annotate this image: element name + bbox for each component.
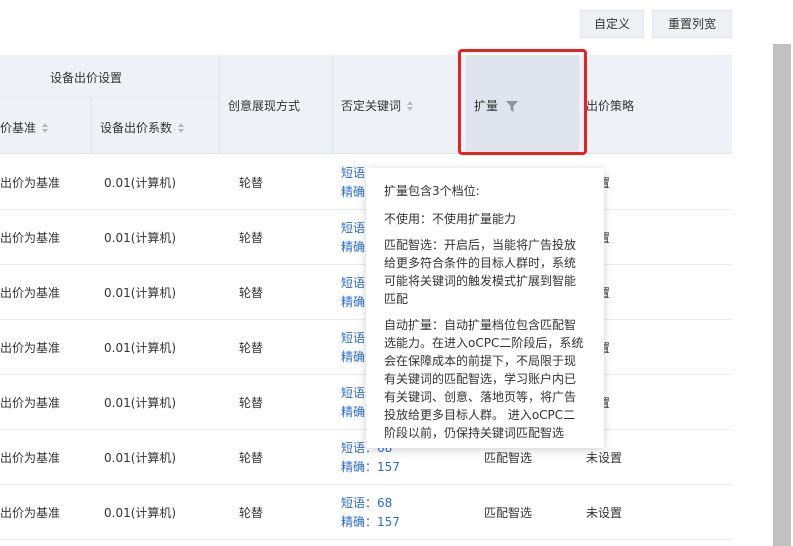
scrollbar-thumb[interactable] (773, 44, 791, 546)
cell-creative-display: 轮替 (239, 176, 264, 190)
cell-device-coefficient: 0.01(计算机) (104, 231, 177, 245)
header-creative-display: 创意展现方式 (228, 99, 301, 113)
cell-creative-display: 轮替 (239, 231, 264, 245)
header-negative-keywords[interactable]: 否定关键词 (341, 97, 414, 114)
cell-bid-base: 出价为基准 (0, 451, 61, 465)
cell-negative-exact-link[interactable]: 精确：157 (341, 513, 400, 530)
cell-creative-display: 轮替 (239, 341, 264, 355)
cell-creative-display: 轮替 (239, 286, 264, 300)
cell-expand: 匹配智选 (484, 506, 533, 520)
cell-creative-display: 轮替 (239, 396, 264, 410)
tooltip-option-smart-match: 匹配智选：开启后，当能将广告投放给更多符合条件的目标人群时，系统可能将关键词的触… (384, 238, 577, 306)
header-bid-base[interactable]: 价基准 (0, 119, 49, 136)
cell-device-coefficient: 0.01(计算机) (104, 286, 177, 300)
cell-negative-exact-link[interactable]: 精确 (341, 293, 365, 310)
sort-icon[interactable] (407, 101, 414, 112)
tooltip-title: 扩量包含3个档位: (384, 184, 480, 198)
header-bid-base-label: 价基准 (0, 121, 37, 135)
cell-bid-strategy: 未设置 (586, 506, 623, 520)
cell-negative-exact-link[interactable]: 精确：157 (341, 458, 400, 475)
cell-device-coefficient: 0.01(计算机) (104, 506, 177, 520)
reset-column-width-button[interactable]: 重置列宽 (652, 10, 732, 38)
sort-icon[interactable] (178, 123, 185, 134)
cell-bid-base: 出价为基准 (0, 396, 61, 410)
cell-bid-base: 出价为基准 (0, 176, 61, 190)
header-negative-keywords-label: 否定关键词 (341, 99, 402, 113)
cell-negative-phrase-link[interactable]: 短语：68 (341, 494, 392, 511)
customize-button[interactable]: 自定义 (580, 10, 644, 38)
cell-device-coefficient: 0.01(计算机) (104, 176, 177, 190)
cell-negative-phrase-link[interactable]: 短语 (341, 219, 365, 236)
cell-bid-base: 出价为基准 (0, 286, 61, 300)
cell-bid-strategy: 未设置 (586, 451, 623, 465)
cell-device-coefficient: 0.01(计算机) (104, 451, 177, 465)
cell-negative-phrase-link[interactable]: 短语 (341, 164, 365, 181)
cell-bid-base: 出价为基准 (0, 231, 61, 245)
table-row: 出价为基准 0.01(计算机) 轮替 匹配智选 未设置 短语：68 精确：157 (0, 484, 732, 540)
cell-negative-phrase-link[interactable]: 短语 (341, 274, 365, 291)
header-device-bid-settings: 设备出价设置 (50, 71, 123, 85)
cell-bid-base: 出价为基准 (0, 341, 61, 355)
tooltip-option-auto-expand: 自动扩量：自动扩量档位包含匹配智选能力。在进入oCPC二阶段后，系统会在保障成本… (384, 318, 584, 440)
cell-negative-exact-link[interactable]: 精确 (341, 238, 365, 255)
cell-negative-exact-link[interactable]: 精确 (341, 348, 365, 365)
cell-device-coefficient: 0.01(计算机) (104, 341, 177, 355)
cell-expand: 匹配智选 (484, 451, 533, 465)
cell-device-coefficient: 0.01(计算机) (104, 396, 177, 410)
header-bid-strategy: 出价策略 (586, 99, 635, 113)
cell-negative-phrase-link[interactable]: 短语 (341, 329, 365, 346)
cell-creative-display: 轮替 (239, 506, 264, 520)
header-device-coefficient[interactable]: 设备出价系数 (100, 119, 185, 136)
tooltip-option-none: 不使用：不使用扩量能力 (384, 212, 517, 226)
sort-icon[interactable] (42, 123, 49, 134)
cell-negative-phrase-link[interactable]: 短语 (341, 384, 365, 401)
cell-bid-base: 出价为基准 (0, 506, 61, 520)
expand-tooltip: 扩量包含3个档位: 不使用：不使用扩量能力 匹配智选：开启后，当能将广告投放给更… (366, 168, 604, 448)
cell-negative-exact-link[interactable]: 精确 (341, 403, 365, 420)
cell-creative-display: 轮替 (239, 451, 264, 465)
header-device-coefficient-label: 设备出价系数 (100, 121, 173, 135)
highlight-box (458, 49, 587, 155)
cell-negative-exact-link[interactable]: 精确 (341, 183, 365, 200)
